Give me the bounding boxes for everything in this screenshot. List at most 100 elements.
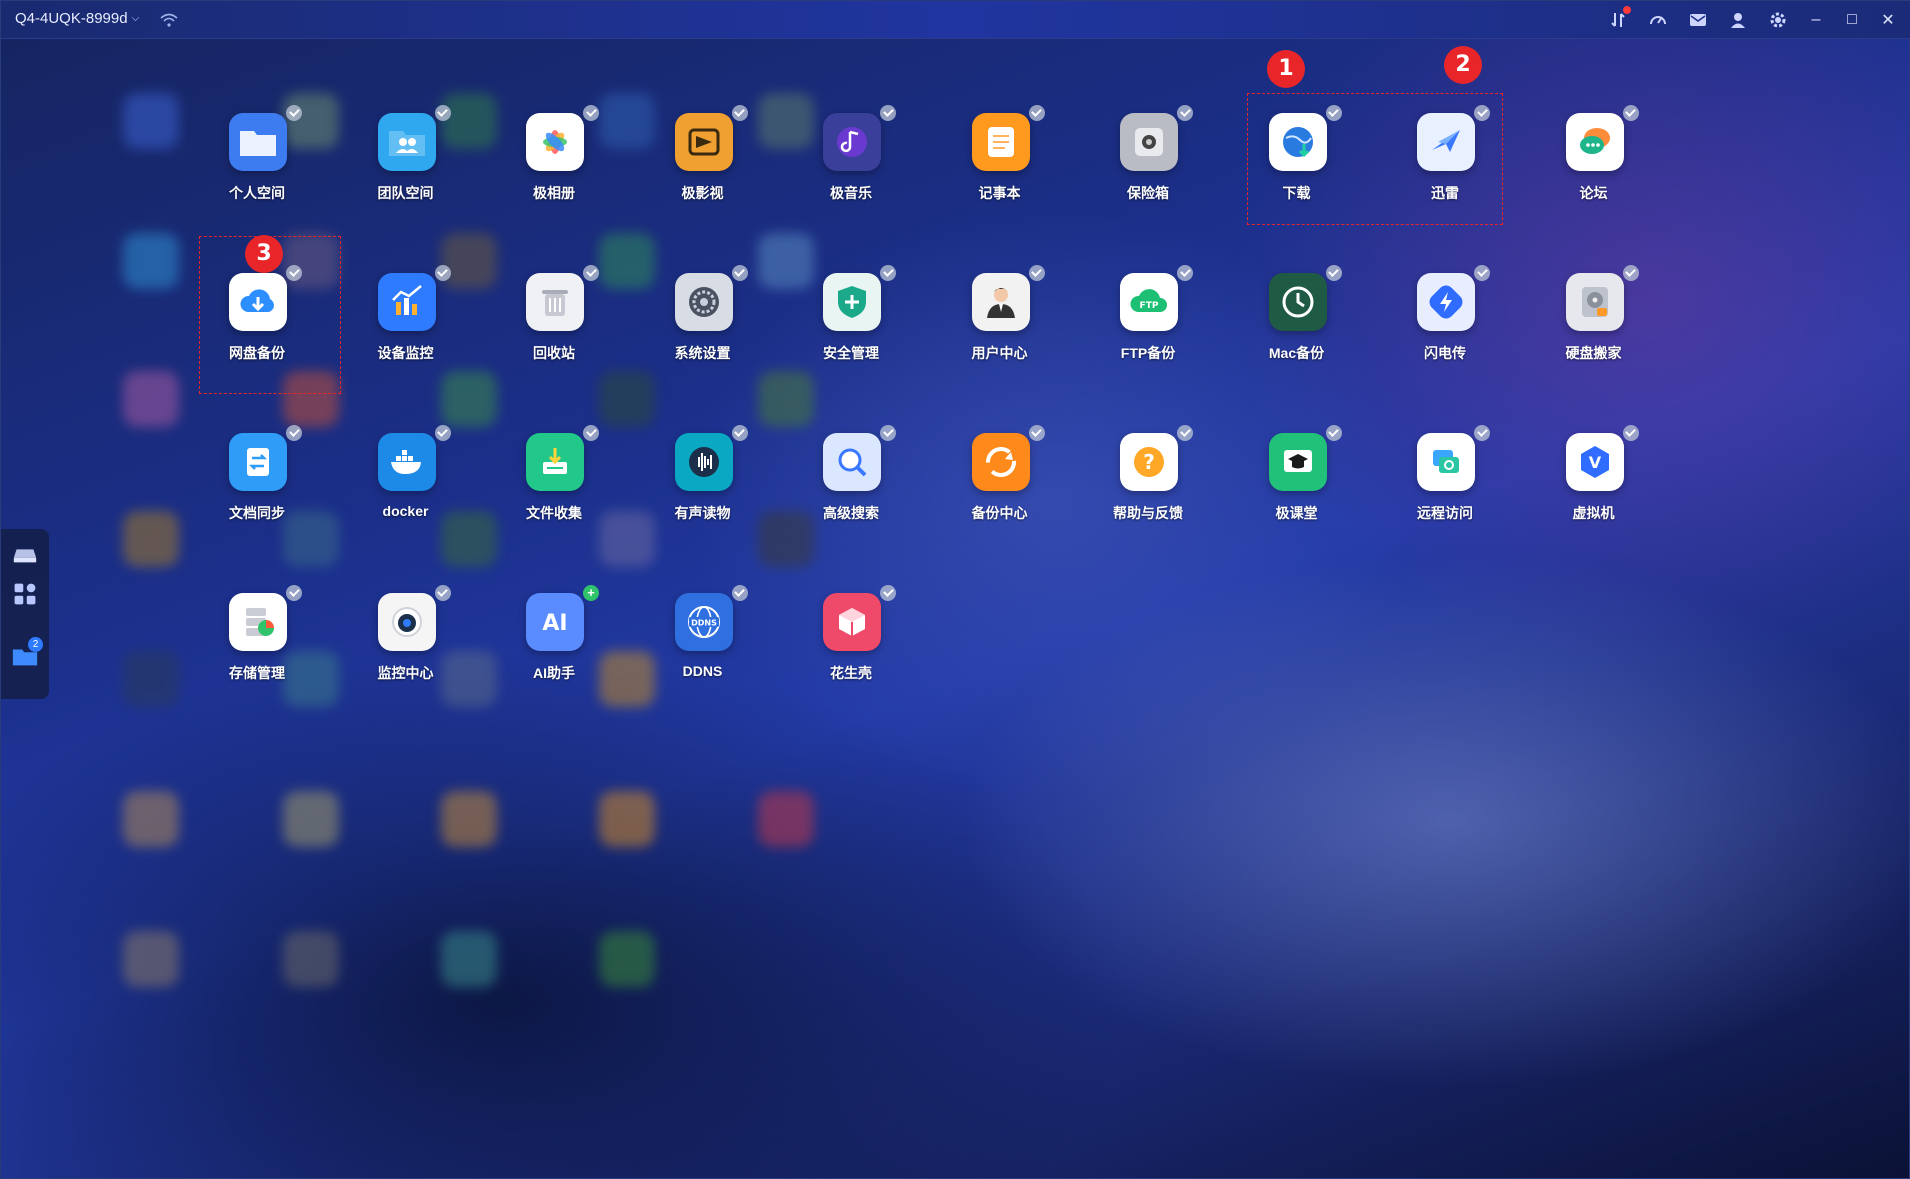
desktop-background: Q4-4UQK-8999d ⌵ – □ ✕ 2 个人空间 团队空间 极相册 极影… bbox=[0, 0, 1910, 1179]
app-music[interactable]: 极音乐 bbox=[777, 99, 925, 229]
app-ai-assistant[interactable]: AI AI助手 bbox=[480, 579, 628, 709]
app-user-center[interactable]: 用户中心 bbox=[926, 259, 1074, 389]
app-monitor-chart[interactable]: 设备监控 bbox=[332, 259, 480, 389]
user-icon[interactable] bbox=[1727, 9, 1749, 31]
app-storage[interactable]: 存储管理 bbox=[183, 579, 331, 709]
check-icon[interactable] bbox=[286, 585, 302, 601]
app-label: 极课堂 bbox=[1275, 505, 1318, 521]
check-icon[interactable] bbox=[434, 425, 451, 441]
app-video[interactable]: 极影视 bbox=[629, 99, 777, 229]
check-icon[interactable] bbox=[1622, 265, 1639, 281]
app-team-folder[interactable]: 团队空间 bbox=[332, 99, 480, 229]
ai-assistant-icon: AI bbox=[526, 593, 584, 651]
background-blur bbox=[599, 791, 655, 847]
app-doc-sync[interactable]: 文档同步 bbox=[183, 419, 331, 549]
app-label: 虚拟机 bbox=[1572, 505, 1615, 521]
app-lightning-transfer[interactable]: 闪电传 bbox=[1371, 259, 1519, 389]
help-icon: ? bbox=[1120, 433, 1178, 491]
check-icon[interactable] bbox=[286, 105, 302, 121]
drive-icon[interactable] bbox=[10, 539, 40, 569]
app-safe[interactable]: 保险箱 bbox=[1074, 99, 1222, 229]
app-file-collect[interactable]: 文件收集 bbox=[480, 419, 628, 549]
svg-text:DDNS: DDNS bbox=[691, 619, 717, 628]
app-audiobook[interactable]: 有声读物 bbox=[629, 419, 777, 549]
app-label: 极影视 bbox=[681, 185, 724, 201]
check-icon[interactable] bbox=[1325, 265, 1342, 281]
app-hard-disk[interactable]: 硬盘搬家 bbox=[1520, 259, 1668, 389]
app-label: FTP备份 bbox=[1120, 345, 1176, 361]
speed-icon[interactable] bbox=[1647, 9, 1669, 31]
check-icon[interactable] bbox=[1177, 425, 1193, 441]
check-icon[interactable] bbox=[1622, 425, 1639, 441]
app-folder[interactable]: 个人空间 bbox=[183, 99, 331, 229]
app-help[interactable]: ? 帮助与反馈 bbox=[1074, 419, 1222, 549]
music-icon bbox=[823, 113, 881, 171]
app-advanced-search[interactable]: 高级搜索 bbox=[777, 419, 925, 549]
check-icon[interactable] bbox=[880, 425, 896, 441]
mail-icon[interactable] bbox=[1687, 9, 1709, 31]
minimize-icon[interactable]: – bbox=[1807, 11, 1825, 29]
app-photos[interactable]: 极相册 bbox=[480, 99, 628, 229]
check-icon[interactable] bbox=[286, 425, 302, 441]
annotation-marker: 3 bbox=[245, 235, 283, 273]
app-docker[interactable]: docker bbox=[332, 419, 480, 549]
transfer-icon[interactable] bbox=[1607, 6, 1631, 31]
app-trash[interactable]: 回收站 bbox=[480, 259, 628, 389]
check-icon[interactable] bbox=[1474, 265, 1490, 281]
add-icon[interactable] bbox=[583, 585, 599, 601]
app-label: 团队空间 bbox=[377, 185, 434, 201]
check-icon[interactable] bbox=[434, 105, 451, 121]
app-classroom[interactable]: 极课堂 bbox=[1223, 419, 1371, 549]
app-label: 闪电传 bbox=[1424, 345, 1466, 361]
folder-icon[interactable]: 2 bbox=[10, 637, 43, 671]
settings-icon[interactable] bbox=[1767, 9, 1789, 31]
check-icon[interactable] bbox=[731, 105, 748, 121]
check-icon[interactable] bbox=[1622, 105, 1639, 121]
app-notepad[interactable]: 记事本 bbox=[926, 99, 1074, 229]
app-clock[interactable]: Mac备份 bbox=[1223, 259, 1371, 389]
notepad-icon bbox=[971, 113, 1030, 171]
app-ddns[interactable]: DDNS DDNS bbox=[629, 579, 777, 709]
app-virtual-machine[interactable]: V 虚拟机 bbox=[1520, 419, 1668, 549]
check-icon[interactable] bbox=[731, 585, 748, 601]
check-icon[interactable] bbox=[583, 265, 599, 281]
app-peanut-shell[interactable]: 花生壳 bbox=[777, 579, 925, 709]
team-folder-icon bbox=[377, 113, 436, 171]
app-label: 个人空间 bbox=[229, 185, 285, 201]
side-dock: 2 bbox=[1, 529, 49, 699]
app-system-settings[interactable]: 系统设置 bbox=[629, 259, 777, 389]
app-forum[interactable]: 论坛 bbox=[1520, 99, 1668, 229]
background-blur bbox=[123, 931, 179, 987]
check-icon[interactable] bbox=[1325, 425, 1342, 441]
check-icon[interactable] bbox=[880, 105, 896, 121]
app-ftp-cloud[interactable]: FTP FTP备份 bbox=[1074, 259, 1222, 389]
check-icon[interactable] bbox=[583, 425, 599, 441]
check-icon[interactable] bbox=[1028, 105, 1045, 121]
app-backup-center[interactable]: 备份中心 bbox=[926, 419, 1074, 549]
maximize-icon[interactable]: □ bbox=[1843, 11, 1861, 29]
check-icon[interactable] bbox=[1028, 425, 1045, 441]
advanced-search-icon bbox=[823, 433, 881, 491]
app-shield[interactable]: 安全管理 bbox=[777, 259, 925, 389]
check-icon[interactable] bbox=[880, 585, 896, 601]
check-icon[interactable] bbox=[583, 105, 599, 121]
close-icon[interactable]: ✕ bbox=[1879, 11, 1897, 29]
wifi-icon[interactable] bbox=[159, 11, 179, 29]
check-icon[interactable] bbox=[434, 585, 451, 601]
app-label: 文档同步 bbox=[229, 505, 285, 521]
check-icon[interactable] bbox=[731, 265, 748, 281]
check-icon[interactable] bbox=[434, 265, 451, 281]
check-icon[interactable] bbox=[1177, 265, 1193, 281]
check-icon[interactable] bbox=[880, 265, 896, 281]
check-icon[interactable] bbox=[1474, 425, 1490, 441]
device-selector[interactable]: Q4-4UQK-8999d ⌵ bbox=[15, 10, 139, 27]
check-icon[interactable] bbox=[1177, 105, 1193, 121]
background-blur bbox=[441, 791, 497, 847]
titlebar-actions: – □ ✕ bbox=[1607, 6, 1897, 31]
check-icon[interactable] bbox=[1028, 265, 1045, 281]
annotation-marker: 2 bbox=[1444, 46, 1482, 84]
apps-icon[interactable] bbox=[10, 579, 40, 609]
app-remote-access[interactable]: 远程访问 bbox=[1371, 419, 1519, 549]
app-camera[interactable]: 监控中心 bbox=[332, 579, 480, 709]
check-icon[interactable] bbox=[731, 425, 748, 441]
